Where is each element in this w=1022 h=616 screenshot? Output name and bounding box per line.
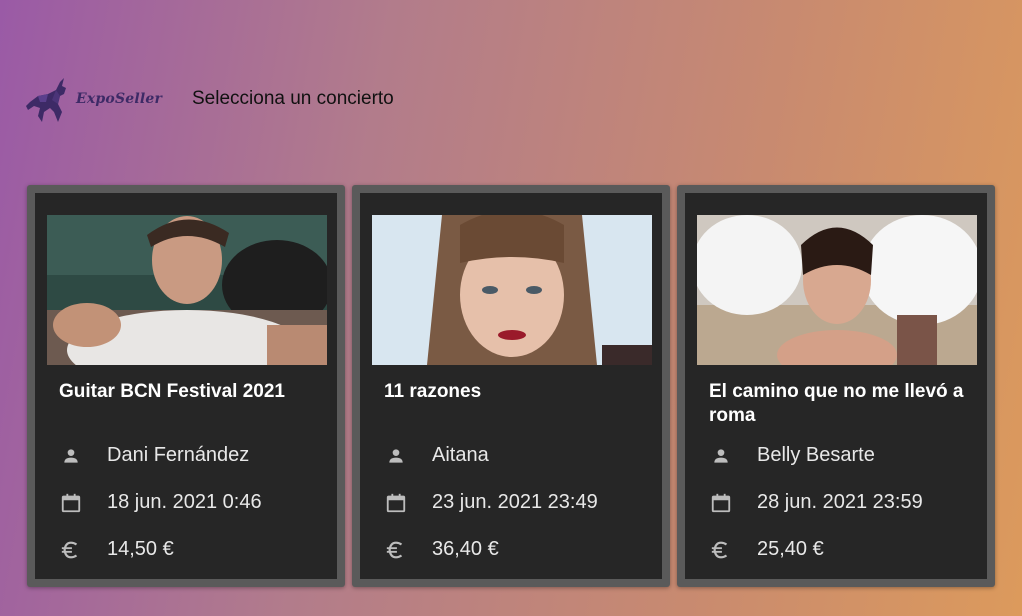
calendar-icon xyxy=(59,491,83,515)
date-row: 18 jun. 2021 0:46 xyxy=(59,479,325,526)
concert-card[interactable]: El camino que no me llevó a roma Belly B… xyxy=(677,185,995,587)
person-icon xyxy=(709,444,733,468)
price-row: 14,50 € xyxy=(59,526,325,573)
date-row: 23 jun. 2021 23:49 xyxy=(384,479,650,526)
concert-card-body: Guitar BCN Festival 2021 Dani Fernández … xyxy=(35,193,337,579)
concert-card[interactable]: 11 razones Aitana 23 jun. 2021 23:49 36,… xyxy=(352,185,670,587)
concert-title: Guitar BCN Festival 2021 xyxy=(59,381,285,402)
euro-icon xyxy=(59,538,83,562)
artist-name: Aitana xyxy=(432,444,489,466)
concert-photo xyxy=(47,215,327,365)
concert-date: 28 jun. 2021 23:59 xyxy=(757,491,923,513)
exposeller-logo[interactable]: ExpoSeller xyxy=(24,72,174,126)
person-icon xyxy=(384,444,408,468)
concert-title: 11 razones xyxy=(384,381,482,402)
concert-price: 25,40 € xyxy=(757,538,824,560)
artist-row: Belly Besarte xyxy=(709,432,975,479)
concert-price: 14,50 € xyxy=(107,538,174,560)
concert-card-body: 11 razones Aitana 23 jun. 2021 23:49 36,… xyxy=(360,193,662,579)
logo-text: ExpoSeller xyxy=(76,91,163,107)
concert-title: El camino que no me llevó a roma xyxy=(709,381,964,426)
euro-icon xyxy=(384,538,408,562)
concert-list: Guitar BCN Festival 2021 Dani Fernández … xyxy=(27,185,995,587)
concert-photo xyxy=(372,215,652,365)
artist-row: Dani Fernández xyxy=(59,432,325,479)
concert-card-body: El camino que no me llevó a roma Belly B… xyxy=(685,193,987,579)
concert-photo xyxy=(697,215,977,365)
page-title: Selecciona un concierto xyxy=(192,88,394,109)
concert-card[interactable]: Guitar BCN Festival 2021 Dani Fernández … xyxy=(27,185,345,587)
concert-price: 36,40 € xyxy=(432,538,499,560)
artist-name: Dani Fernández xyxy=(107,444,250,466)
price-row: 25,40 € xyxy=(709,526,975,573)
artist-row: Aitana xyxy=(384,432,650,479)
artist-name: Belly Besarte xyxy=(757,444,875,466)
calendar-icon xyxy=(384,491,408,515)
person-icon xyxy=(59,444,83,468)
date-row: 28 jun. 2021 23:59 xyxy=(709,479,975,526)
calendar-icon xyxy=(709,491,733,515)
concert-date: 18 jun. 2021 0:46 xyxy=(107,491,262,513)
unicorn-logo-icon xyxy=(26,78,66,122)
euro-icon xyxy=(709,538,733,562)
concert-date: 23 jun. 2021 23:49 xyxy=(432,491,598,513)
price-row: 36,40 € xyxy=(384,526,650,573)
app-header: ExpoSeller Selecciona un concierto xyxy=(24,72,394,126)
